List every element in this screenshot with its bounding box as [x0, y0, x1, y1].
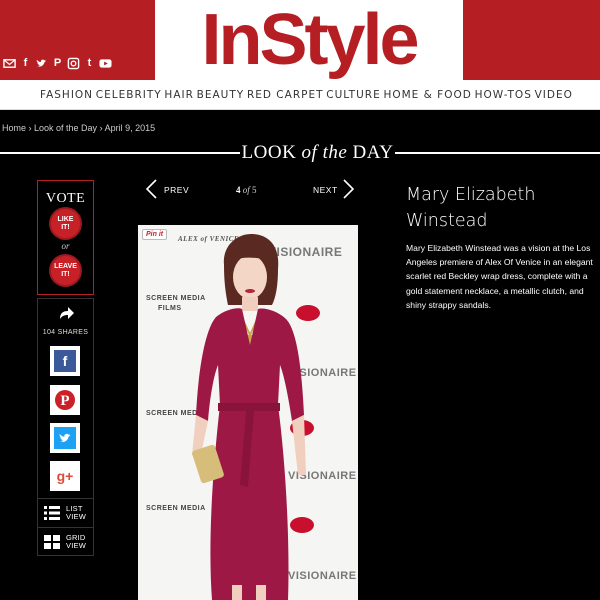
like-it-button[interactable]: LIKE IT! [51, 209, 80, 238]
slide-of: of [242, 185, 250, 195]
twitter-icon[interactable] [35, 57, 48, 70]
nav-item-beauty[interactable]: BEAUTY [197, 89, 245, 101]
twitter-icon [54, 427, 76, 449]
nav-item-celebrity[interactable]: CELEBRITY [96, 89, 162, 101]
share-column: 104 SHARES f P g+ LIST VIEW GRID VIEW [37, 298, 94, 556]
twitter-share-button[interactable] [50, 423, 80, 453]
main-nav: FASHION CELEBRITY HAIR BEAUTY RED CARPET… [0, 80, 600, 110]
pinterest-icon: P [54, 389, 76, 411]
vote-box: VOTE LIKE IT! or LEAVE IT! [37, 180, 94, 295]
like-label-line2: IT! [61, 223, 70, 231]
banner-of-the: of the [301, 142, 348, 163]
pinterest-share-button[interactable]: P [50, 385, 80, 415]
slideshow-pager: PREV 4 of 5 NEXT [140, 178, 358, 204]
banner-rule-right [395, 152, 600, 154]
like-label-line1: LIKE [57, 215, 74, 223]
share-arrow-icon[interactable] [57, 304, 75, 322]
svg-text:P: P [60, 393, 69, 409]
google-plus-icon: g+ [54, 465, 76, 487]
share-count: 104 SHARES [42, 329, 89, 336]
list-label-line2: VIEW [66, 511, 86, 521]
tumblr-icon[interactable]: t [83, 57, 96, 70]
slide-counter: 4 of 5 [236, 185, 257, 195]
leave-label-line2: IT! [61, 270, 70, 278]
grid-view-label: GRID VIEW [66, 533, 86, 550]
site-header: InStyle f P t [0, 0, 600, 80]
chevron-right-icon[interactable] [342, 178, 356, 200]
nav-item-red-carpet[interactable]: RED CARPET [247, 89, 324, 101]
facebook-icon: f [54, 350, 76, 372]
grid-label-line2: VIEW [66, 540, 86, 550]
header-social-icons: f P t [3, 57, 112, 70]
prev-button[interactable]: PREV [164, 185, 189, 195]
youtube-icon[interactable] [99, 57, 112, 70]
pin-it-button[interactable]: Pin it [142, 229, 168, 240]
nav-item-home-food[interactable]: HOME & FOOD [383, 89, 471, 101]
facebook-share-button[interactable]: f [50, 346, 80, 376]
mail-icon[interactable] [3, 57, 16, 70]
logo-container[interactable]: InStyle [155, 0, 463, 80]
nav-item-how-tos[interactable]: HOW-TOS [475, 89, 532, 101]
look-description: Mary Elizabeth Winstead was a vision at … [406, 243, 593, 310]
breadcrumb: Home › Look of the Day › April 9, 2015 [2, 123, 156, 133]
google-plus-share-button[interactable]: g+ [50, 461, 80, 491]
nav-item-video[interactable]: VIDEO [535, 89, 573, 101]
list-icon [44, 505, 60, 520]
slide-current: 4 [236, 185, 241, 195]
banner-rule-left [0, 152, 240, 154]
look-celebrity-name: Mary Elizabeth Winstead [406, 185, 536, 231]
nav-item-fashion[interactable]: FASHION [40, 89, 93, 101]
banner-look: LOOK [241, 142, 297, 163]
leave-it-button[interactable]: LEAVE IT! [51, 256, 80, 285]
grid-icon [44, 534, 60, 549]
nav-item-culture[interactable]: CULTURE [326, 89, 380, 101]
vote-or: or [61, 241, 70, 251]
instyle-logo[interactable]: InStyle [155, 0, 463, 90]
vote-title: VOTE [45, 191, 86, 206]
look-photo[interactable]: VISIONAIRE SCREEN MEDIA FILMS ALEX of VE… [138, 225, 358, 600]
grid-view-button[interactable]: GRID VIEW [38, 527, 93, 555]
pinterest-icon[interactable]: P [51, 57, 64, 70]
breadcrumb-section[interactable]: Look of the Day [34, 123, 97, 133]
list-view-label: LIST VIEW [66, 504, 86, 521]
leave-label-line1: LEAVE [54, 262, 77, 270]
chevron-left-icon[interactable] [144, 178, 158, 200]
list-view-button[interactable]: LIST VIEW [38, 498, 93, 526]
facebook-icon[interactable]: f [19, 57, 32, 70]
nav-item-hair[interactable]: HAIR [164, 89, 193, 101]
slide-total: 5 [252, 185, 257, 195]
instagram-icon[interactable] [67, 57, 80, 70]
woman-in-red-dress-figure [192, 233, 306, 600]
breadcrumb-home[interactable]: Home [2, 123, 26, 133]
look-of-the-day-title: LOOK of the DAY [240, 142, 395, 164]
banner-day: DAY [352, 142, 394, 163]
next-button[interactable]: NEXT [313, 185, 338, 195]
breadcrumb-current: April 9, 2015 [104, 123, 156, 133]
